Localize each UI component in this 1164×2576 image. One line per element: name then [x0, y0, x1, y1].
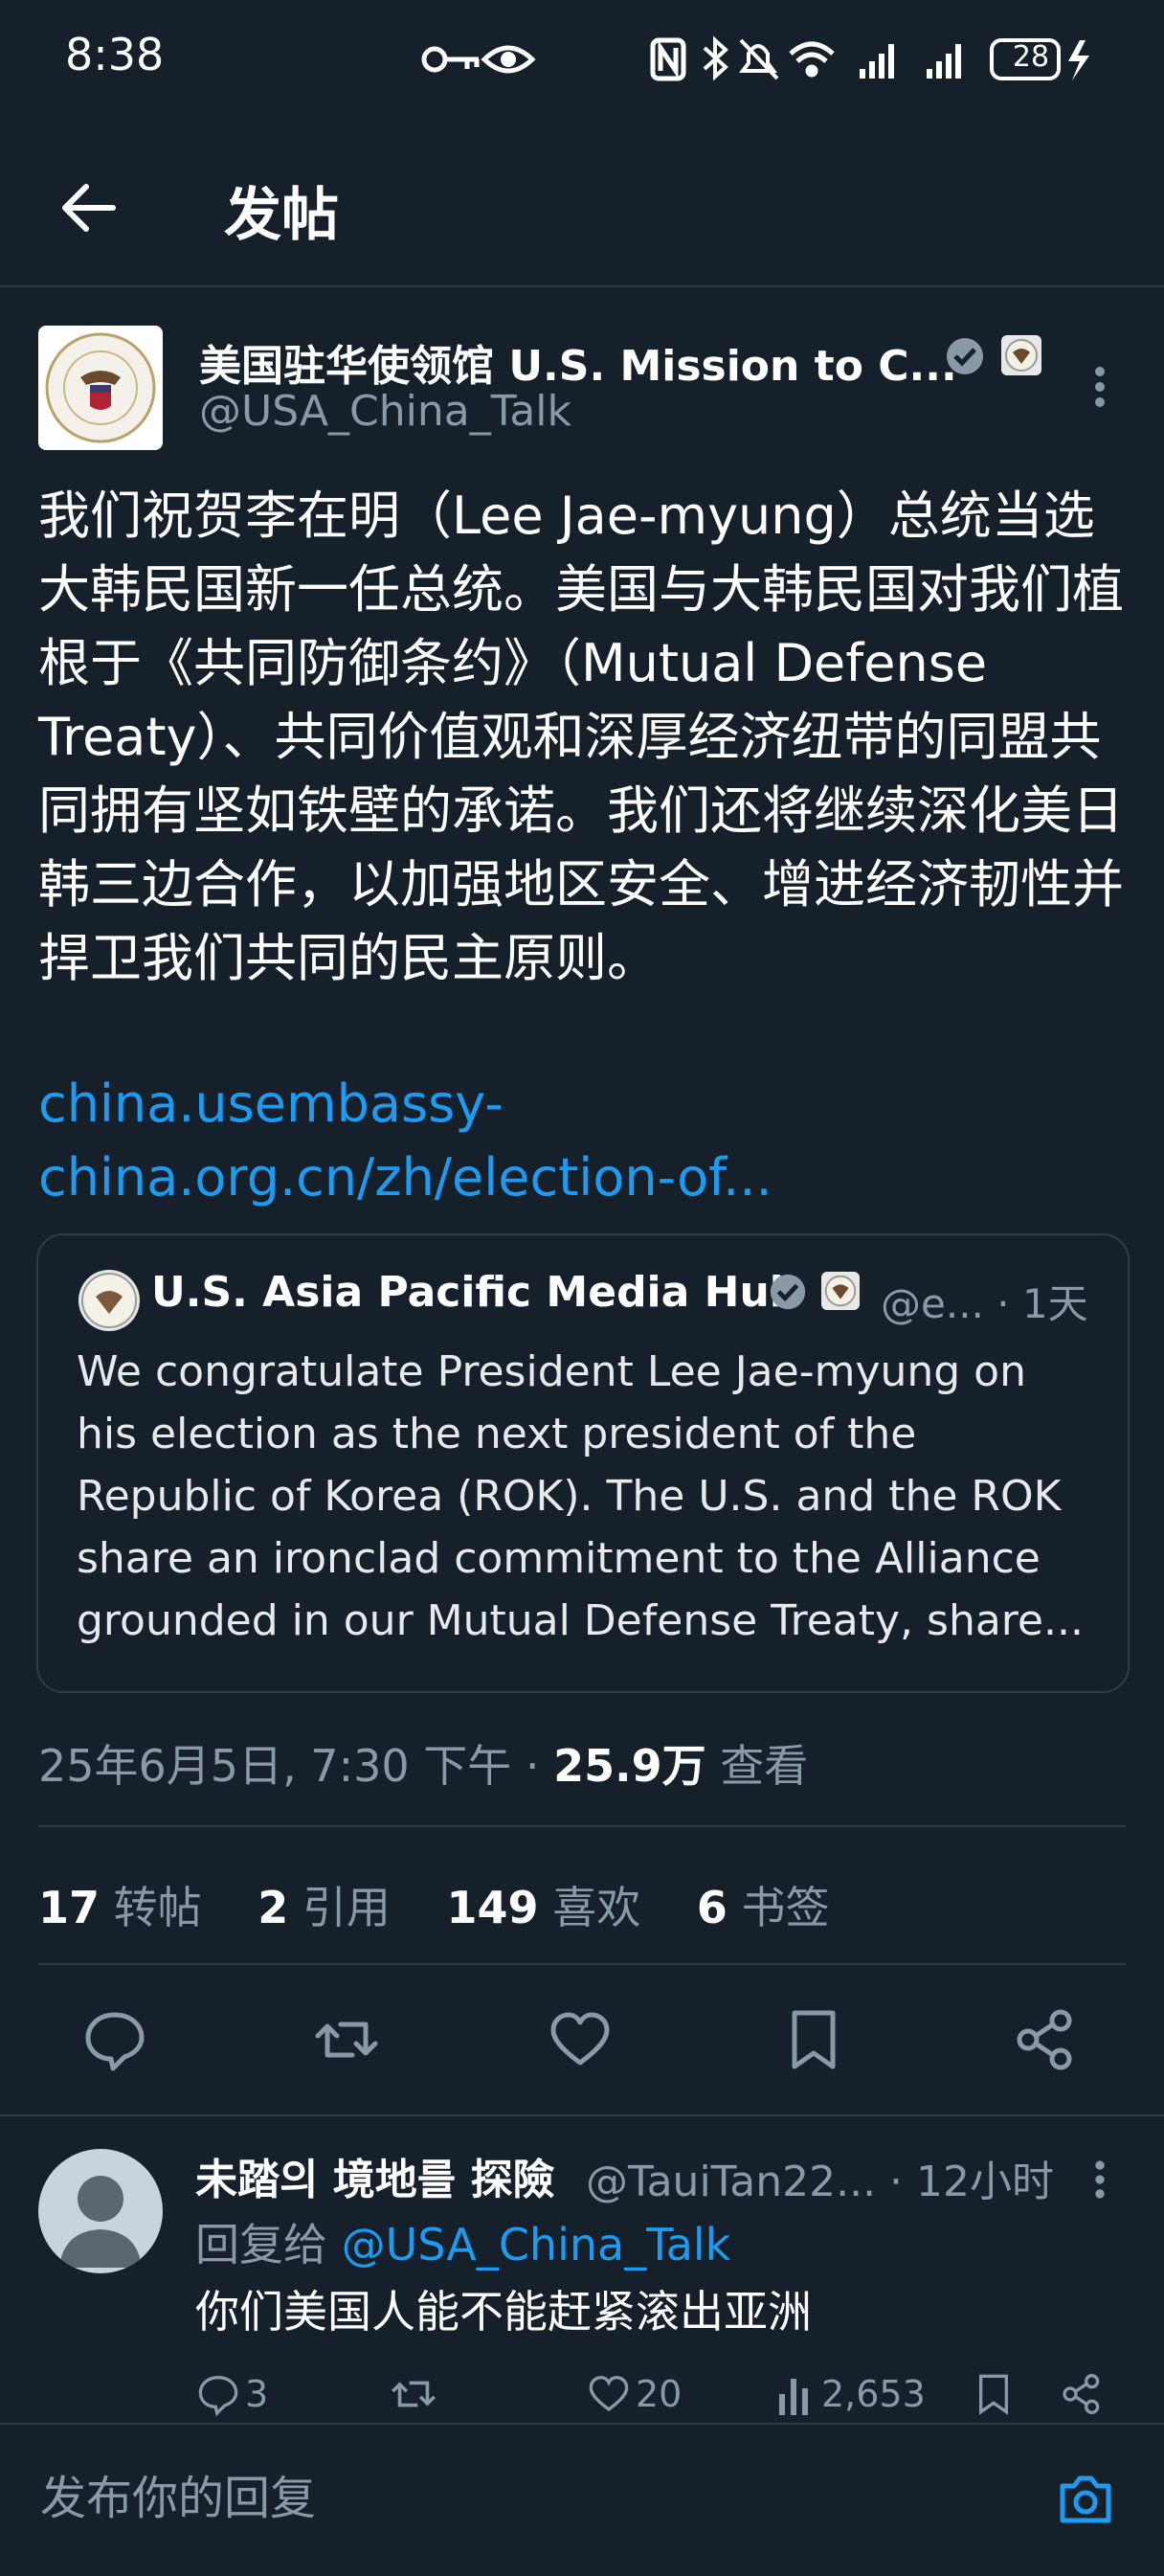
actions-divider — [0, 2114, 1164, 2116]
default-avatar-icon — [59, 2176, 142, 2268]
reply-input[interactable] — [38, 2471, 999, 2526]
bookmarks-stat[interactable]: 6 书签 — [697, 1882, 830, 1933]
key-icon — [421, 46, 480, 73]
retweets-stat[interactable]: 17 转帖 — [38, 1882, 202, 1933]
reply-author-name[interactable]: 未踏의 境地를 探險 — [195, 2145, 555, 2206]
quote-handle-time: @e... · 1天 — [881, 1280, 1088, 1327]
analytics-icon — [779, 2379, 808, 2415]
tweet-link[interactable]: china.usembassy-china.org.cn/zh/election… — [38, 1067, 1130, 1214]
reply-handle-time: @TauiTan22... · 12小时 — [586, 2158, 1055, 2206]
quote-avatar — [78, 1270, 140, 1331]
stats-row: 17 转帖 2 引用 149 喜欢 6 书签 — [38, 1873, 829, 1936]
camera-icon — [1060, 2475, 1111, 2523]
bluetooth-icon — [703, 35, 728, 81]
tweet-timestamp: 25年6月5日, 7:30 下午 — [38, 1740, 512, 1792]
page-title: 发帖 — [224, 182, 339, 249]
more-vertical-icon — [1095, 2160, 1105, 2199]
reply-share-button[interactable] — [1059, 2369, 1105, 2419]
header-divider — [0, 285, 1164, 287]
reply-view-count: 2,653 — [821, 2373, 926, 2415]
charging-icon — [1068, 40, 1089, 80]
bookmark-button[interactable] — [779, 2005, 848, 2074]
retweet-icon — [315, 2022, 378, 2058]
battery-level: 28 — [1012, 40, 1050, 74]
retweet-button[interactable] — [312, 2005, 381, 2074]
quote-verified-icon — [768, 1272, 808, 1312]
stats-divider-bottom — [38, 1963, 1126, 1965]
reply-like-button[interactable]: 20 — [586, 2369, 682, 2419]
author-handle[interactable]: @USA_China_Talk — [199, 387, 571, 436]
share-button[interactable] — [1011, 2005, 1080, 2074]
stats-divider-top — [38, 1825, 1126, 1827]
bookmark-icon — [979, 2374, 1008, 2415]
seal-icon — [45, 332, 156, 443]
mute-icon — [739, 38, 779, 80]
quotes-stat[interactable]: 2 引用 — [257, 1882, 391, 1933]
more-vertical-icon — [1095, 367, 1105, 407]
tweet-text: 我们祝贺李在明（Lee Jae-myung）总统当选大韩民国新一任总统。美国与大… — [38, 486, 1124, 988]
reply-count: 3 — [245, 2373, 269, 2415]
quoted-tweet-card[interactable]: U.S. Asia Pacific Media Hub @e... · 1天 W… — [36, 1233, 1130, 1693]
reply-retweet-button[interactable] — [389, 2369, 438, 2419]
views-count: 25.9万 — [553, 1740, 706, 1792]
reply-reply-button[interactable]: 3 — [195, 2369, 268, 2419]
quote-author-name: U.S. Asia Pacific Media Hub — [151, 1268, 800, 1317]
nfc-icon — [650, 37, 686, 81]
quote-org-seal-icon — [821, 1272, 860, 1310]
signal-icon — [860, 44, 894, 79]
reply-avatar[interactable] — [38, 2149, 163, 2273]
reply-button[interactable] — [80, 2005, 149, 2074]
timestamp-row: 25年6月5日, 7:30 下午 · 25.9万 查看 — [38, 1740, 809, 1792]
retweet-icon — [392, 2381, 436, 2407]
reply-bookmark-button[interactable] — [971, 2369, 1017, 2419]
avatar[interactable] — [38, 326, 163, 450]
camera-button[interactable] — [1055, 2469, 1116, 2530]
status-time: 8:38 — [65, 29, 165, 80]
likes-stat[interactable]: 149 喜欢 — [447, 1882, 641, 1933]
comment-icon — [85, 2012, 145, 2071]
heart-icon — [589, 2375, 629, 2412]
back-button[interactable] — [56, 174, 123, 241]
org-seal-icon — [1001, 335, 1041, 375]
more-options-button[interactable] — [1087, 358, 1112, 416]
back-arrow-icon — [62, 184, 116, 232]
quote-text: We congratulate President Lee Jae-myung … — [77, 1347, 1084, 1645]
reply-to-handle[interactable]: @USA_China_Talk — [342, 2219, 731, 2271]
bookmark-icon — [792, 2010, 836, 2069]
eye-icon — [481, 45, 536, 74]
wifi-icon — [789, 41, 835, 78]
heart-icon — [550, 2012, 610, 2066]
like-button[interactable] — [546, 2005, 615, 2074]
share-icon — [1017, 2009, 1072, 2070]
author-name[interactable]: 美国驻华使领馆 U.S. Mission to C... — [199, 331, 957, 393]
verified-badge-icon — [944, 335, 986, 377]
reply-text: 你们美国人能不能赶紧滚出亚洲 — [195, 2286, 812, 2338]
reply-like-count: 20 — [636, 2373, 683, 2415]
replying-to: 回复给 @USA_China_Talk — [195, 2219, 731, 2271]
reply-more-button[interactable] — [1087, 2153, 1112, 2206]
comment-icon — [198, 2375, 238, 2417]
views-label: 查看 — [720, 1740, 809, 1792]
share-icon — [1063, 2374, 1100, 2414]
signal-icon-2 — [927, 44, 961, 79]
reply-views-button[interactable]: 2,653 — [775, 2369, 926, 2419]
